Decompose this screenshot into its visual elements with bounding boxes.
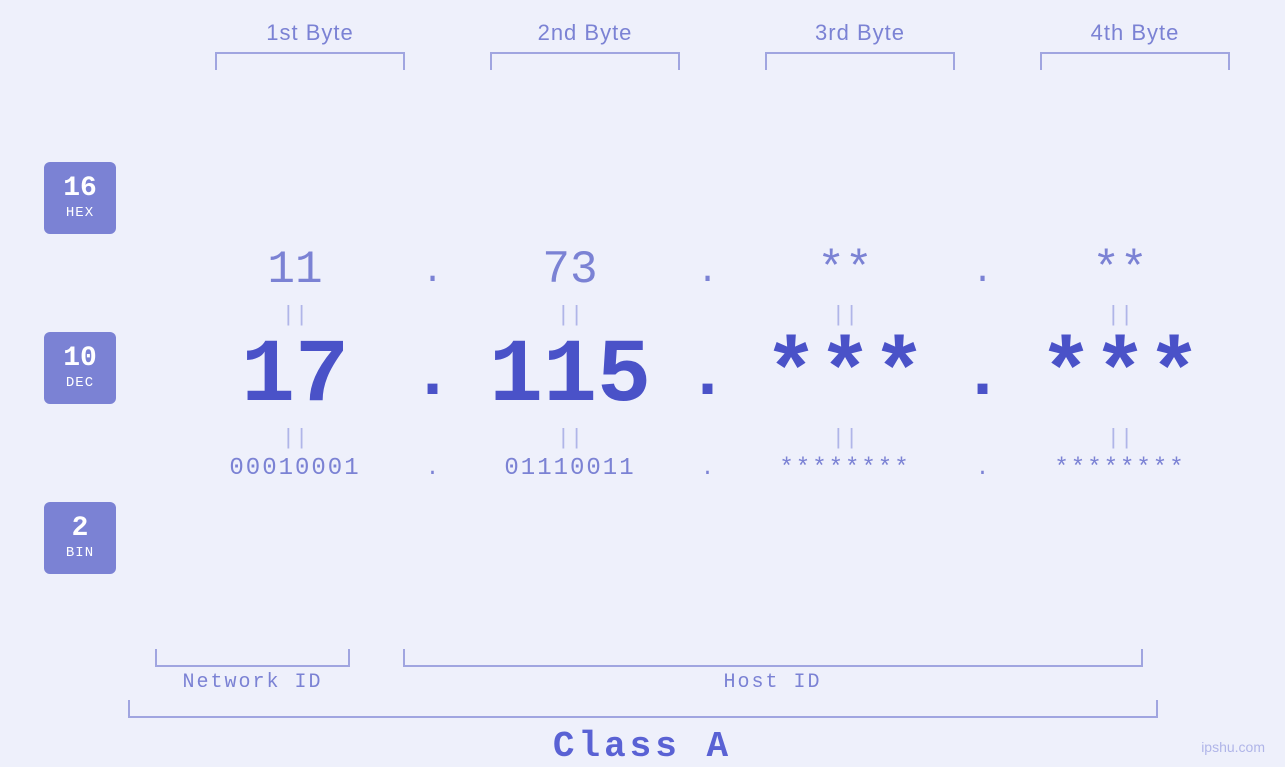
hex-b2: 73 bbox=[460, 243, 680, 298]
class-a-label: Class A bbox=[0, 726, 1285, 767]
host-id-label: Host ID bbox=[383, 671, 1163, 694]
byte2-header: 2nd Byte bbox=[448, 20, 723, 46]
dec-dot1: . bbox=[405, 337, 460, 416]
eq1-b2: || bbox=[460, 303, 680, 328]
byte1-header: 1st Byte bbox=[173, 20, 448, 46]
hex-badge: 16 HEX bbox=[44, 162, 116, 234]
hex-dot3: . bbox=[955, 251, 1010, 292]
eq2-b2: || bbox=[460, 426, 680, 451]
badges-column: 16 HEX 10 DEC 2 BIN bbox=[0, 103, 160, 623]
eq2-b1: || bbox=[185, 426, 405, 451]
bin-b1: 00010001 bbox=[185, 455, 405, 482]
net-bracket-section bbox=[123, 649, 383, 667]
watermark: ipshu.com bbox=[1201, 739, 1265, 755]
dec-dot3: . bbox=[955, 337, 1010, 416]
bracket1 bbox=[215, 52, 405, 70]
hex-dot1: . bbox=[405, 251, 460, 292]
eq2-b3: || bbox=[735, 426, 955, 451]
bin-dot3: . bbox=[955, 456, 1010, 481]
class-a-bracket-container bbox=[123, 694, 1163, 718]
main-container: 1st Byte 2nd Byte 3rd Byte 4th Byte 16 H… bbox=[0, 0, 1285, 767]
dec-badge-label: DEC bbox=[66, 375, 94, 391]
bin-b2: 01110011 bbox=[460, 455, 680, 482]
hex-row: 11 . 73 . ** . ** bbox=[160, 243, 1255, 298]
hex-b1: 11 bbox=[185, 243, 405, 298]
bin-badge: 2 BIN bbox=[44, 502, 116, 574]
section-brackets bbox=[123, 649, 1163, 667]
hex-dot2: . bbox=[680, 251, 735, 292]
dec-dot2: . bbox=[680, 337, 735, 416]
bin-dot1: . bbox=[405, 456, 460, 481]
bin-badge-label: BIN bbox=[66, 545, 94, 561]
bin-dot2: . bbox=[680, 456, 735, 481]
dec-badge: 10 DEC bbox=[44, 332, 116, 404]
host-bracket-line bbox=[403, 649, 1143, 667]
net-bracket-line bbox=[155, 649, 350, 667]
hex-badge-label: HEX bbox=[66, 205, 94, 221]
bin-b4: ******** bbox=[1010, 455, 1230, 482]
top-brackets bbox=[0, 52, 1285, 70]
byte-headers: 1st Byte 2nd Byte 3rd Byte 4th Byte bbox=[0, 20, 1285, 46]
byte4-header: 4th Byte bbox=[998, 20, 1273, 46]
eq-row-1: || || || || bbox=[160, 303, 1255, 328]
bracket3 bbox=[765, 52, 955, 70]
network-id-label: Network ID bbox=[123, 671, 383, 694]
dec-badge-num: 10 bbox=[63, 344, 97, 375]
bin-b3: ******** bbox=[735, 455, 955, 482]
host-bracket-section bbox=[383, 649, 1163, 667]
hex-b3: ** bbox=[735, 243, 955, 298]
dec-b4: *** bbox=[1010, 332, 1230, 422]
dec-b2: 115 bbox=[460, 332, 680, 422]
hex-b4: ** bbox=[1010, 243, 1230, 298]
dec-row: 17 . 115 . *** . *** bbox=[160, 332, 1255, 422]
hex-badge-num: 16 bbox=[63, 174, 97, 205]
bracket2 bbox=[490, 52, 680, 70]
class-a-bracket bbox=[128, 700, 1158, 718]
eq1-b3: || bbox=[735, 303, 955, 328]
byte3-header: 3rd Byte bbox=[723, 20, 998, 46]
dec-b3: *** bbox=[735, 332, 955, 422]
eq2-b4: || bbox=[1010, 426, 1230, 451]
eq-row-2: || || || || bbox=[160, 426, 1255, 451]
section-labels: Network ID Host ID bbox=[123, 671, 1163, 694]
dec-b1: 17 bbox=[185, 332, 405, 422]
eq1-b1: || bbox=[185, 303, 405, 328]
data-grid: 11 . 73 . ** . ** || || || || 17 bbox=[160, 243, 1285, 481]
bin-badge-num: 2 bbox=[72, 514, 89, 545]
bracket4 bbox=[1040, 52, 1230, 70]
eq1-b4: || bbox=[1010, 303, 1230, 328]
bin-row: 00010001 . 01110011 . ******** . *******… bbox=[160, 455, 1255, 482]
